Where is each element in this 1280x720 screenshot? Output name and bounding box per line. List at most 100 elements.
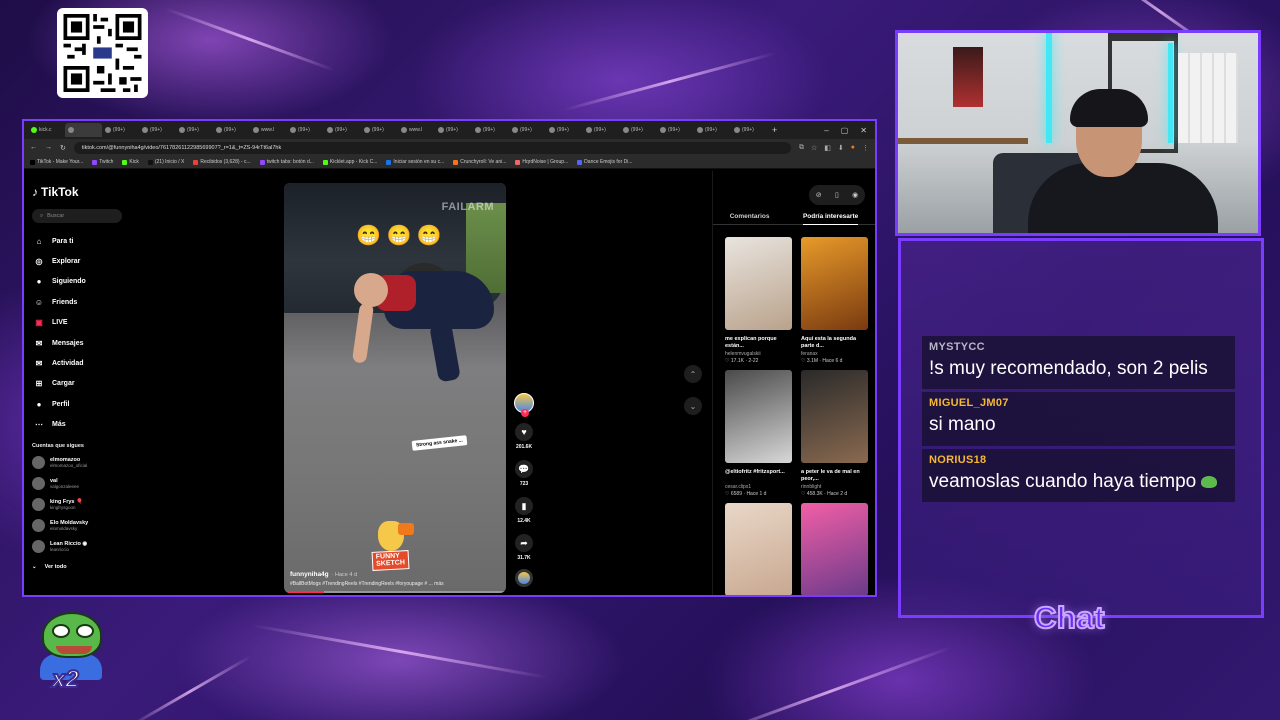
browser-tab[interactable]: (99+) bbox=[583, 123, 620, 137]
recommended-card[interactable]: me explican porque están... helenmvugalsk… bbox=[725, 237, 792, 364]
tab-recommended[interactable]: Podría interesarte bbox=[802, 213, 859, 225]
browser-tab[interactable]: www.l bbox=[398, 123, 435, 137]
url-input[interactable]: tiktok.com/@funnyniha4g/video/7617826112… bbox=[73, 141, 791, 154]
recommended-card[interactable] bbox=[801, 503, 868, 595]
following-account[interactable]: elmomazoo elmomazoo_oficial bbox=[32, 456, 126, 470]
share-action[interactable]: ➦ 31.7K bbox=[515, 534, 533, 561]
search-input[interactable]: ⌕ Buscar bbox=[32, 209, 122, 223]
nav-item-actividad[interactable]: ✉ Actividad bbox=[32, 353, 126, 373]
browser-tab[interactable]: (99+) bbox=[435, 123, 472, 137]
nav-item-live[interactable]: ▣ LIVE bbox=[32, 313, 126, 333]
following-account[interactable]: Elo Moldavsky elomoldavsky bbox=[32, 519, 126, 533]
recommended-card[interactable]: a peter le va de mal en peor,... rinnblig… bbox=[801, 370, 868, 497]
comment-action[interactable]: 💬 723 bbox=[515, 460, 533, 487]
following-account[interactable]: val valgonzaleeee bbox=[32, 477, 126, 491]
nav-item-m-s[interactable]: ⋯ Más bbox=[32, 415, 126, 435]
browser-tab[interactable]: kick.c bbox=[28, 123, 65, 137]
card-thumbnail[interactable] bbox=[801, 370, 868, 463]
nav-item-perfil[interactable]: ● Perfil bbox=[32, 394, 126, 414]
bookmark-item[interactable]: twitch tabs: botón d... bbox=[259, 159, 314, 165]
back-icon[interactable]: ← bbox=[30, 144, 37, 151]
video-actions: ♥ 201.6K 💬 723 ▮ 12.4K ➦ 31.7K bbox=[513, 393, 535, 587]
nav-item-cargar[interactable]: ⊞ Cargar bbox=[32, 374, 126, 394]
browser-tab[interactable]: (99+) bbox=[546, 123, 583, 137]
recommended-card[interactable] bbox=[725, 503, 792, 595]
browser-tab[interactable]: (99+) bbox=[620, 123, 657, 137]
chevron-up-icon[interactable]: ⌃ bbox=[684, 365, 702, 383]
share-icon[interactable]: ➦ bbox=[515, 534, 533, 552]
bookmark-item[interactable]: Recibidos (3,628) - c... bbox=[193, 159, 251, 165]
video-tags[interactable]: #BallBotMogs #TrendingReels #TrendingRee… bbox=[290, 581, 500, 587]
profile-icon[interactable]: ● bbox=[851, 144, 855, 152]
card-thumbnail[interactable] bbox=[801, 237, 868, 330]
see-all-button[interactable]: ⌄ Ver todo bbox=[32, 564, 126, 570]
install-icon[interactable]: ⧉ bbox=[799, 144, 804, 152]
save-action[interactable]: ▮ 12.4K bbox=[515, 497, 533, 524]
bookmark-item[interactable]: HqrdNoise | Group... bbox=[515, 159, 568, 165]
browser-tab[interactable]: (99+) bbox=[657, 123, 694, 137]
bookmark-item[interactable]: Kick bbox=[122, 159, 139, 165]
browser-tab[interactable]: www.l bbox=[250, 123, 287, 137]
recommended-card[interactable]: Aquí esta la segunda parte d... feranax ♡ … bbox=[801, 237, 868, 364]
card-thumbnail[interactable] bbox=[725, 370, 792, 463]
bookmark-item[interactable]: Crunchyroll: Ve ani... bbox=[453, 159, 506, 165]
bookmark-item[interactable]: Kicklet.app - Kick C... bbox=[322, 159, 377, 165]
creator-avatar[interactable] bbox=[514, 393, 534, 417]
browser-tab[interactable]: (99+) bbox=[176, 123, 213, 137]
tab-label: (99+) bbox=[224, 127, 236, 133]
nav-item-siguiendo[interactable]: ● Siguiendo bbox=[32, 272, 126, 292]
settings-icon[interactable]: ⊘ bbox=[816, 191, 822, 199]
close-icon[interactable]: ✕ bbox=[860, 126, 867, 135]
bookmark-icon[interactable]: ▮ bbox=[515, 497, 533, 515]
new-tab-button[interactable]: + bbox=[772, 125, 777, 135]
download-icon[interactable]: ⬇ bbox=[838, 144, 844, 152]
card-thumbnail[interactable] bbox=[725, 237, 792, 330]
browser-tab[interactable] bbox=[65, 123, 102, 137]
bookmark-item[interactable]: Dance Emojis for Di... bbox=[577, 159, 633, 165]
reload-icon[interactable]: ↻ bbox=[60, 144, 66, 152]
chevron-down-icon[interactable]: ⌄ bbox=[684, 397, 702, 415]
tab-comments[interactable]: Comentarios bbox=[730, 213, 770, 220]
video-author[interactable]: funnyniha4g · Hace 4 d bbox=[290, 571, 500, 578]
bookmark-item[interactable]: Iniciar sesión en su c... bbox=[386, 159, 444, 165]
star-icon[interactable]: ☆ bbox=[811, 144, 817, 152]
card-thumbnail[interactable] bbox=[725, 503, 792, 595]
nav-item-mensajes[interactable]: ✉ Mensajes bbox=[32, 333, 126, 353]
browser-tab[interactable]: (99+) bbox=[213, 123, 250, 137]
video-player[interactable]: 😁 😁 😁 FAILARM Strong ass snake ... FUNNY… bbox=[284, 183, 506, 593]
bookmark-item[interactable]: (21) Inicio / X bbox=[147, 159, 184, 165]
minimize-icon[interactable]: – bbox=[824, 126, 828, 135]
following-account[interactable]: Lean Riccio ◉ leanriccio bbox=[32, 540, 126, 554]
nav-item-para-ti[interactable]: ⌂ Para ti bbox=[32, 231, 126, 251]
browser-tab[interactable]: (99+) bbox=[287, 123, 324, 137]
device-icon[interactable]: ▯ bbox=[835, 191, 839, 199]
browser-tab[interactable]: (99+) bbox=[509, 123, 546, 137]
browser-tab[interactable]: (99+) bbox=[324, 123, 361, 137]
bookmark-item[interactable]: Twitch bbox=[92, 159, 113, 165]
maximize-icon[interactable]: ▢ bbox=[841, 126, 849, 135]
messages-icon: ✉ bbox=[35, 338, 43, 348]
browser-tab[interactable]: (99+) bbox=[102, 123, 139, 137]
heart-icon[interactable]: ♥ bbox=[515, 423, 533, 441]
bookmark-item[interactable]: TikTok - Make Your... bbox=[30, 159, 83, 165]
forward-icon[interactable]: → bbox=[45, 144, 52, 151]
browser-tab[interactable]: (99+) bbox=[139, 123, 176, 137]
recommended-card[interactable]: @eltiofritz #fritzsport... cesar.clips1 ♡ … bbox=[725, 370, 792, 497]
video-progress[interactable] bbox=[284, 591, 506, 593]
nav-item-friends[interactable]: ☺ Friends bbox=[32, 292, 126, 312]
extension-icon[interactable]: ◧ bbox=[824, 144, 831, 152]
like-action[interactable]: ♥ 201.6K bbox=[515, 423, 533, 450]
music-disc-icon[interactable] bbox=[515, 569, 533, 587]
following-account[interactable]: king Frys 🎈 kingfrysgoon bbox=[32, 498, 126, 512]
browser-tab[interactable]: (99+) bbox=[361, 123, 398, 137]
user-avatar-icon[interactable]: ◉ bbox=[852, 191, 858, 199]
browser-tab[interactable]: (99+) bbox=[472, 123, 509, 137]
menu-icon[interactable]: ⋮ bbox=[862, 144, 869, 152]
browser-tab[interactable]: (99+) bbox=[731, 123, 768, 137]
tiktok-logo[interactable]: ♪ TikTok bbox=[32, 185, 126, 199]
comment-icon[interactable]: 💬 bbox=[515, 460, 533, 478]
author-name[interactable]: funnyniha4g bbox=[290, 571, 329, 578]
card-thumbnail[interactable] bbox=[801, 503, 868, 595]
browser-tab[interactable]: (99+) bbox=[694, 123, 731, 137]
nav-item-explorar[interactable]: ◎ Explorar bbox=[32, 251, 126, 271]
